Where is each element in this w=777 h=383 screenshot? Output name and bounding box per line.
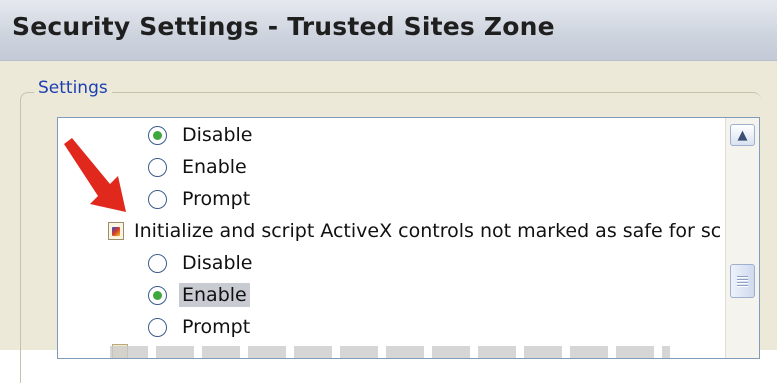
scroll-grip-icon[interactable] bbox=[730, 264, 755, 298]
setting-label: Initialize and script ActiveX controls n… bbox=[134, 220, 722, 242]
option-label: Prompt bbox=[182, 188, 251, 210]
setting-activex-initialize-script: Initialize and script ActiveX controls n… bbox=[108, 216, 721, 246]
radio-option-disable-1[interactable]: Disable bbox=[148, 120, 255, 150]
radio-option-disable-2[interactable]: Disable bbox=[148, 248, 255, 278]
option-label: Enable bbox=[179, 283, 250, 307]
radio-button[interactable] bbox=[148, 317, 167, 337]
radio-option-prompt-1[interactable]: Prompt bbox=[148, 184, 253, 214]
vertical-scrollbar[interactable]: ▲ bbox=[725, 118, 759, 358]
radio-button[interactable] bbox=[148, 253, 167, 273]
radio-button[interactable] bbox=[148, 285, 167, 305]
radio-button[interactable] bbox=[148, 125, 167, 145]
option-label: Enable bbox=[182, 156, 247, 178]
settings-list[interactable]: Disable Enable Prompt Initialize and scr… bbox=[57, 117, 760, 359]
chevron-up-icon[interactable]: ▲ bbox=[730, 124, 755, 146]
radio-button[interactable] bbox=[148, 157, 167, 177]
radio-option-prompt-2[interactable]: Prompt bbox=[148, 312, 253, 342]
option-label: Disable bbox=[182, 252, 253, 274]
option-label: Prompt bbox=[182, 316, 251, 338]
partial-next-setting-row bbox=[110, 346, 670, 358]
option-label: Disable bbox=[182, 124, 253, 146]
red-arrow-icon bbox=[64, 138, 126, 212]
activex-setting-icon bbox=[108, 222, 124, 240]
radio-option-enable-1[interactable]: Enable bbox=[148, 152, 250, 182]
radio-option-enable-2[interactable]: Enable bbox=[148, 280, 250, 310]
window-title: Security Settings - Trusted Sites Zone bbox=[12, 12, 555, 41]
radio-button[interactable] bbox=[148, 189, 167, 209]
settings-group-label: Settings bbox=[34, 78, 112, 98]
title-bar: Security Settings - Trusted Sites Zone bbox=[0, 0, 777, 61]
